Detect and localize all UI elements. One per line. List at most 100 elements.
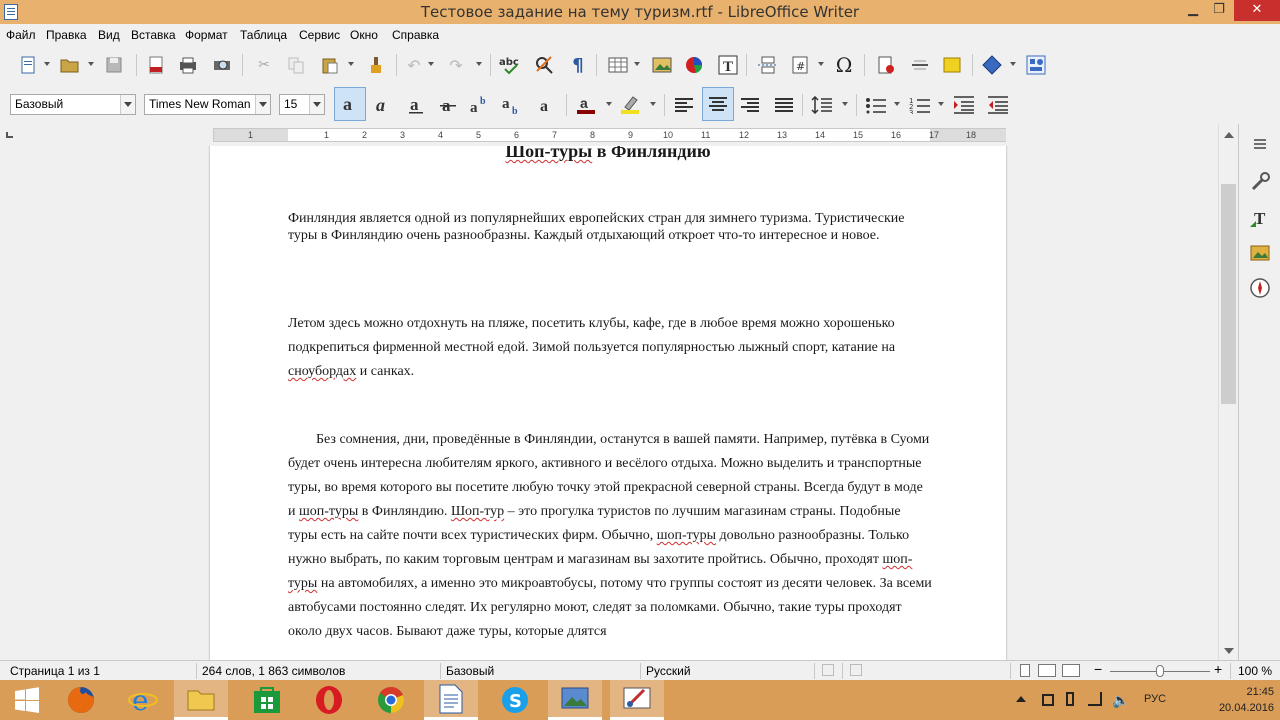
table-dropdown-icon[interactable] [634,62,640,66]
chrome-icon[interactable] [364,680,418,720]
undo-dropdown-icon[interactable] [428,62,434,66]
show-hidden-icons-icon[interactable] [1016,696,1026,702]
menu-tools[interactable]: Сервис [299,28,340,42]
cut-icon[interactable]: ✂ [252,54,276,76]
menu-view[interactable]: Вид [98,28,120,42]
word-count[interactable]: 264 слов, 1 863 символов [202,664,345,678]
action-center-icon[interactable] [1042,694,1054,706]
new-document-icon[interactable] [16,54,40,76]
horizontal-ruler[interactable]: 1 1 2 3 4 5 6 7 8 9 10 11 12 13 14 15 16… [0,124,1238,146]
menu-format[interactable]: Формат [185,28,228,42]
numbering-dropdown-icon[interactable] [938,102,944,106]
minimize-button[interactable]: ▁ [1180,0,1206,21]
decrease-indent-icon[interactable] [986,94,1010,116]
zoom-in-button[interactable]: + [1214,661,1222,677]
maximize-button[interactable]: ❐ [1206,0,1232,21]
bullets-icon[interactable] [864,94,888,116]
properties-icon[interactable] [1247,170,1273,194]
navigator-icon[interactable] [1247,276,1273,300]
formatting-marks-icon[interactable]: ¶ [566,54,590,76]
redo-icon[interactable]: ↷ [444,54,468,76]
document-heading[interactable]: Шоп-туры в Финляндию [210,146,1006,162]
scroll-up-icon[interactable] [1224,132,1234,138]
document-modified-icon[interactable] [850,664,862,676]
open-folder-icon[interactable] [58,54,82,76]
gallery-icon[interactable] [1247,240,1273,264]
volume-icon[interactable]: 🔈 [1112,692,1129,709]
font-size-combo[interactable]: 15 [279,94,325,115]
paint-icon[interactable] [610,680,664,720]
menu-window[interactable]: Окно [350,28,378,42]
photo-viewer-icon[interactable] [548,680,602,720]
document-page[interactable]: Шоп-туры в Финляндию Финляндия является … [210,146,1006,660]
superscript-button[interactable]: ab [468,94,492,116]
subscript-button[interactable]: ab [500,94,524,116]
align-right-icon[interactable] [738,94,762,116]
text-language[interactable]: Русский [646,664,691,678]
print-preview-icon[interactable] [210,54,234,76]
redo-dropdown-icon[interactable] [476,62,482,66]
find-replace-icon[interactable] [532,54,556,76]
single-page-view-icon[interactable] [1020,664,1030,677]
insert-field-icon[interactable]: # [788,54,812,76]
underline-button[interactable]: a [404,94,428,116]
chevron-down-icon[interactable] [255,95,270,114]
shadow-button[interactable]: a [534,94,558,116]
increase-indent-icon[interactable] [952,94,976,116]
font-name-combo[interactable]: Times New Roman [144,94,271,115]
font-color-icon[interactable]: a [574,94,598,116]
strikethrough-button[interactable]: a [436,94,460,116]
libreoffice-writer-icon[interactable] [424,680,478,720]
paragraph-3-text[interactable]: на автомобилях, а именно это микроавтобу… [288,576,932,639]
chevron-down-icon[interactable] [309,95,324,114]
menu-insert[interactable]: Вставка [131,28,176,42]
spellcheck-word[interactable]: Шоп-туры [505,146,592,161]
tab-stop-selector-icon[interactable] [6,132,13,138]
paragraph-1[interactable]: Финляндия является одной из популярнейши… [288,210,928,244]
save-icon[interactable] [102,54,126,76]
zoom-level[interactable]: 100 % [1238,664,1272,678]
font-color-dropdown-icon[interactable] [606,102,612,106]
export-pdf-icon[interactable] [144,54,168,76]
store-icon[interactable] [240,680,294,720]
scroll-down-icon[interactable] [1224,648,1234,654]
ruler-track[interactable]: 1 1 2 3 4 5 6 7 8 9 10 11 12 13 14 15 16… [213,128,1006,142]
highlight-color-icon[interactable] [618,94,642,116]
network-icon[interactable] [1088,692,1102,706]
shapes-dropdown-icon[interactable] [1010,62,1016,66]
menu-table[interactable]: Таблица [240,28,287,42]
line-spacing-icon[interactable] [810,94,834,116]
insert-hyperlink-icon[interactable] [874,54,898,76]
insert-chart-icon[interactable] [682,54,706,76]
align-left-icon[interactable] [672,94,696,116]
menu-help[interactable]: Справка [392,28,439,42]
paste-dropdown-icon[interactable] [348,62,354,66]
align-center-icon[interactable] [702,87,734,121]
copy-icon[interactable] [284,54,308,76]
insert-table-icon[interactable] [606,54,630,76]
paragraph-2-text[interactable]: и санках. [356,364,414,379]
zoom-out-button[interactable]: − [1094,661,1102,677]
print-icon[interactable] [176,54,200,76]
highlight-dropdown-icon[interactable] [650,102,656,106]
paragraph-2[interactable]: Летом здесь можно отдохнуть на пляже, по… [288,312,933,384]
line-spacing-dropdown-icon[interactable] [842,102,848,106]
scrollbar-thumb[interactable] [1221,184,1236,404]
clock-date[interactable]: 20.04.2016 [1208,702,1274,714]
zoom-slider-handle[interactable] [1156,665,1164,677]
internet-explorer-icon[interactable]: e [116,680,170,720]
track-changes-icon[interactable] [908,54,932,76]
menu-edit[interactable]: Правка [46,28,87,42]
insert-mode-icon[interactable] [822,664,834,676]
heading-rest[interactable]: в Финляндию [592,146,711,161]
numbering-icon[interactable]: 123 [908,94,932,116]
basic-shapes-icon[interactable] [980,54,1004,76]
paragraph-2-text[interactable]: Летом здесь можно отдохнуть на пляже, по… [288,316,895,355]
clock-time[interactable]: 21:45 [1208,686,1274,698]
open-dropdown-icon[interactable] [88,62,94,66]
book-view-icon[interactable] [1062,664,1080,677]
special-character-icon[interactable]: Ω [832,53,856,77]
firefox-icon[interactable] [54,680,108,720]
bullets-dropdown-icon[interactable] [894,102,900,106]
spellcheck-word[interactable]: шоп-туры [657,528,716,543]
